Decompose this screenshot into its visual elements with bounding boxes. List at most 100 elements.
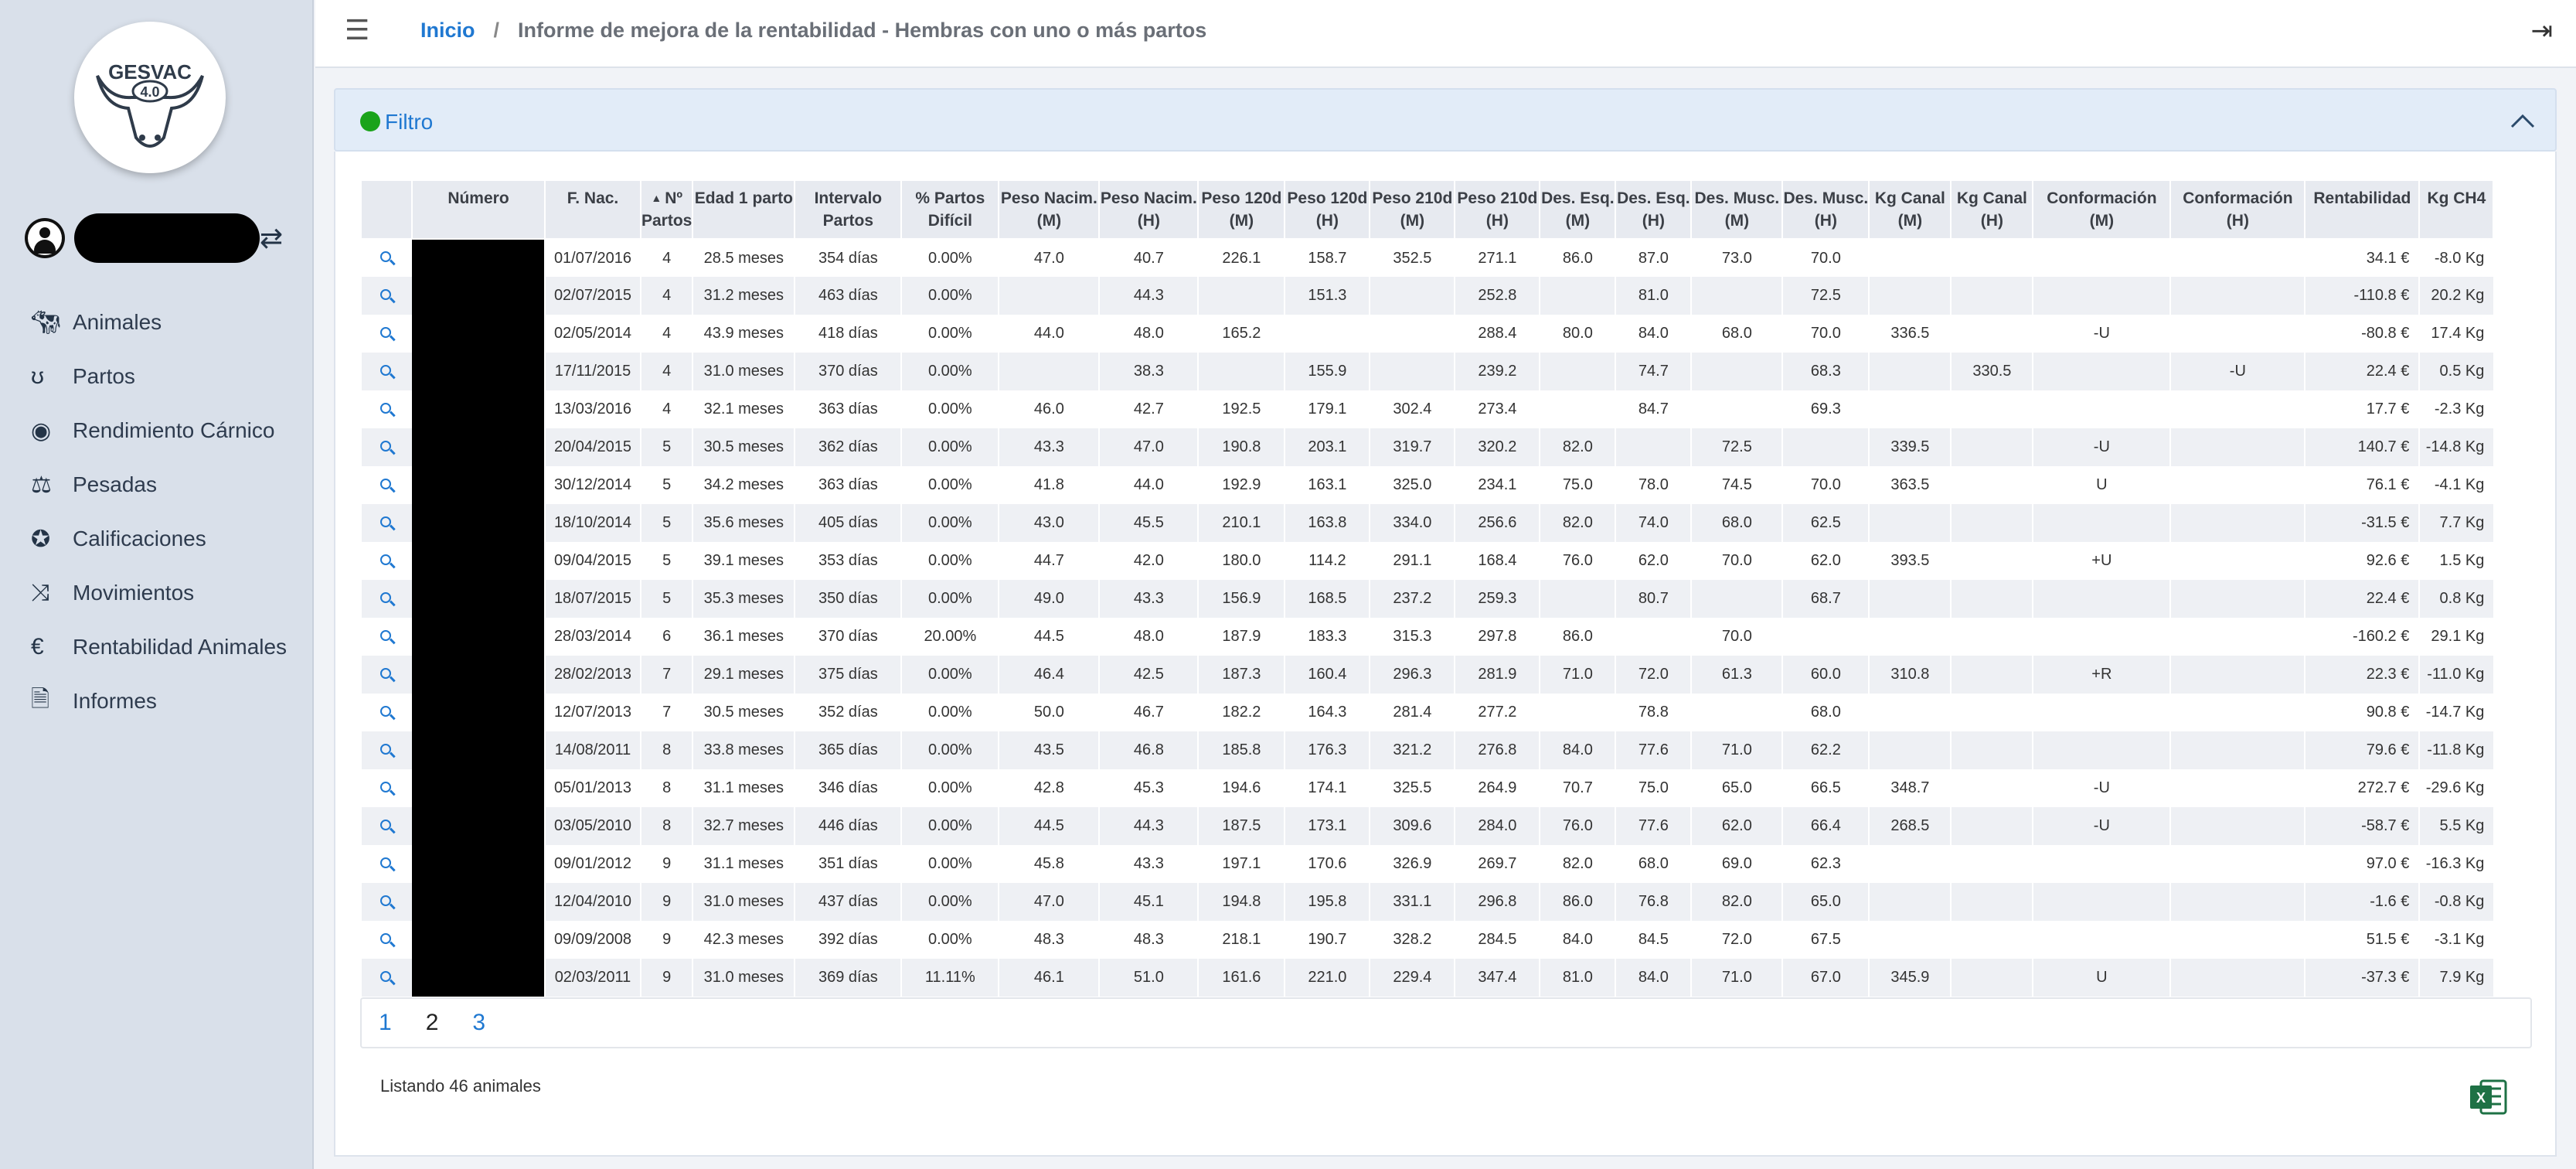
table-cell: 363 días: [794, 390, 902, 428]
table-cell: 437 días: [794, 883, 902, 921]
search-icon[interactable]: [379, 401, 396, 418]
excel-export-icon[interactable]: X: [2469, 1079, 2507, 1115]
column-header-dificil[interactable]: % Partos Difícil: [900, 179, 1000, 240]
search-icon[interactable]: [379, 894, 396, 911]
sidebar-item-rendimiento[interactable]: ◉ Rendimiento Cárnico: [31, 404, 309, 458]
table-row: 03/05/2010 8 32.7 meses 446 días 0.00% 44.5 44…: [360, 807, 2494, 845]
sidebar-item-calificaciones[interactable]: ✪ Calificaciones: [31, 512, 309, 566]
table-cell: -11.0 Kg: [2418, 656, 2494, 694]
table-cell: -U: [2169, 353, 2305, 390]
table-cell: 47.0: [998, 883, 1100, 921]
column-header-conf-h[interactable]: Conformación (H): [2169, 179, 2306, 240]
table-cell: 62.5: [1781, 504, 1870, 542]
sort-asc-icon: ▲: [651, 192, 662, 204]
table-cell: -14.7 Kg: [2418, 694, 2494, 731]
row-view-cell: [360, 277, 412, 315]
search-icon[interactable]: [379, 704, 396, 721]
column-header-peso-210-h[interactable]: Peso 210d (H): [1454, 179, 1541, 240]
column-header-musc-h[interactable]: Des. Musc. (H): [1781, 179, 1870, 240]
table-cell: 345.9: [1868, 959, 1952, 997]
breadcrumb-home-link[interactable]: Inicio: [420, 19, 475, 42]
search-icon[interactable]: [379, 288, 396, 305]
search-icon[interactable]: [379, 553, 396, 570]
sidebar-item-pesadas[interactable]: ⚖ Pesadas: [31, 458, 309, 512]
page-link-1[interactable]: 1: [379, 1010, 392, 1036]
sidebar-item-rentabilidad[interactable]: € Rentabilidad Animales: [31, 620, 309, 674]
column-header-rentabilidad[interactable]: Rentabilidad: [2304, 179, 2421, 240]
column-header-edad[interactable]: Edad 1 parto: [692, 179, 796, 240]
table-cell: 79.6 €: [2304, 731, 2420, 769]
table-cell: 173.1: [1284, 807, 1370, 845]
search-icon[interactable]: [379, 250, 396, 267]
sidebar-item-animales[interactable]: 🐄︎ Animales: [31, 295, 309, 349]
column-header-canal-h[interactable]: Kg Canal (H): [1950, 179, 2034, 240]
column-header-ch4[interactable]: Kg CH4: [2418, 179, 2495, 240]
table-cell: 45.3: [1098, 769, 1199, 807]
stethoscope-icon: ʊ: [31, 363, 45, 389]
column-header-esq-h[interactable]: Des. Esq. (H): [1615, 179, 1693, 240]
search-icon[interactable]: [379, 856, 396, 873]
column-header-peso-210-m[interactable]: Peso 210d (M): [1369, 179, 1456, 240]
column-header-conf-m[interactable]: Conformación (M): [2032, 179, 2172, 240]
search-icon[interactable]: [379, 970, 396, 987]
table-cell: 18/10/2014: [544, 504, 641, 542]
table-cell: 46.8: [1098, 731, 1199, 769]
filter-panel-header[interactable]: Filtro: [334, 88, 2557, 152]
table-cell: 348.7: [1868, 769, 1952, 807]
sidebar-item-movimientos[interactable]: ⤨ Movimientos: [31, 566, 309, 620]
search-icon[interactable]: [379, 439, 396, 456]
column-header-musc-m[interactable]: Des. Musc. (M): [1690, 179, 1784, 240]
search-icon[interactable]: [379, 629, 396, 646]
table-cell: 44.5: [998, 618, 1100, 656]
column-header-partos[interactable]: ▲ Nº Partos: [639, 179, 694, 240]
table-cell: [1369, 353, 1455, 390]
search-icon[interactable]: [379, 932, 396, 949]
user-avatar-icon[interactable]: [25, 218, 65, 258]
gesvac-logo[interactable]: GESVAC 4.0: [74, 22, 226, 173]
column-header-esq-m[interactable]: Des. Esq. (M): [1539, 179, 1617, 240]
chevron-up-icon[interactable]: [2509, 107, 2537, 135]
gauge-icon: ◉: [31, 418, 52, 444]
switch-user-icon[interactable]: ⇄: [260, 221, 283, 255]
table-cell: 0.00%: [900, 731, 999, 769]
table-cell: 9: [639, 883, 693, 921]
sidebar-item-informes[interactable]: 🗎︎ Informes: [31, 674, 309, 728]
column-header-intervalo[interactable]: Intervalo Partos: [794, 179, 903, 240]
search-icon[interactable]: [379, 325, 396, 343]
column-header-peso-nac-m[interactable]: Peso Nacim. (M): [998, 179, 1101, 240]
hamburger-menu-icon[interactable]: ☰: [345, 14, 369, 46]
column-header-canal-m[interactable]: Kg Canal (M): [1868, 179, 1952, 240]
column-header-fnac[interactable]: F. Nac.: [544, 179, 641, 240]
column-header-numero[interactable]: Número: [411, 179, 546, 240]
filter-label: Filtro: [385, 110, 434, 134]
table-cell: 351 días: [794, 845, 902, 883]
column-header-peso-nac-h[interactable]: Peso Nacim. (H): [1098, 179, 1200, 240]
search-icon[interactable]: [379, 477, 396, 494]
search-icon[interactable]: [379, 818, 396, 835]
page-link-3[interactable]: 3: [472, 1010, 485, 1036]
logout-icon[interactable]: ⇥: [2531, 15, 2554, 46]
table-cell: 4: [639, 315, 693, 353]
table-cell: 168.4: [1454, 542, 1540, 580]
search-icon[interactable]: [379, 591, 396, 608]
search-icon[interactable]: [379, 666, 396, 683]
search-icon[interactable]: [379, 780, 396, 797]
column-header-peso-120-m[interactable]: Peso 120d (M): [1197, 179, 1286, 240]
table-cell: 46.1: [998, 959, 1100, 997]
table-cell: [2169, 656, 2305, 694]
sidebar-item-partos[interactable]: ʊ Partos: [31, 349, 309, 404]
animal-number-redacted: [412, 315, 545, 353]
table-cell: 68.0: [1615, 845, 1692, 883]
page-link-2-active[interactable]: 2: [426, 1010, 439, 1036]
table-cell: 463 días: [794, 277, 902, 315]
table-cell: -U: [2032, 769, 2171, 807]
search-icon[interactable]: [379, 515, 396, 532]
animal-number-redacted: [412, 656, 545, 694]
search-icon[interactable]: [379, 363, 396, 380]
column-header-peso-120-h[interactable]: Peso 120d (H): [1284, 179, 1371, 240]
table-cell: 74.5: [1690, 466, 1783, 504]
table-body: 01/07/2016 4 28.5 meses 354 días 0.00% 47.0 40…: [360, 239, 2494, 997]
search-icon[interactable]: [379, 742, 396, 759]
table-cell: [2032, 504, 2171, 542]
table-cell: 47.0: [1098, 428, 1199, 466]
